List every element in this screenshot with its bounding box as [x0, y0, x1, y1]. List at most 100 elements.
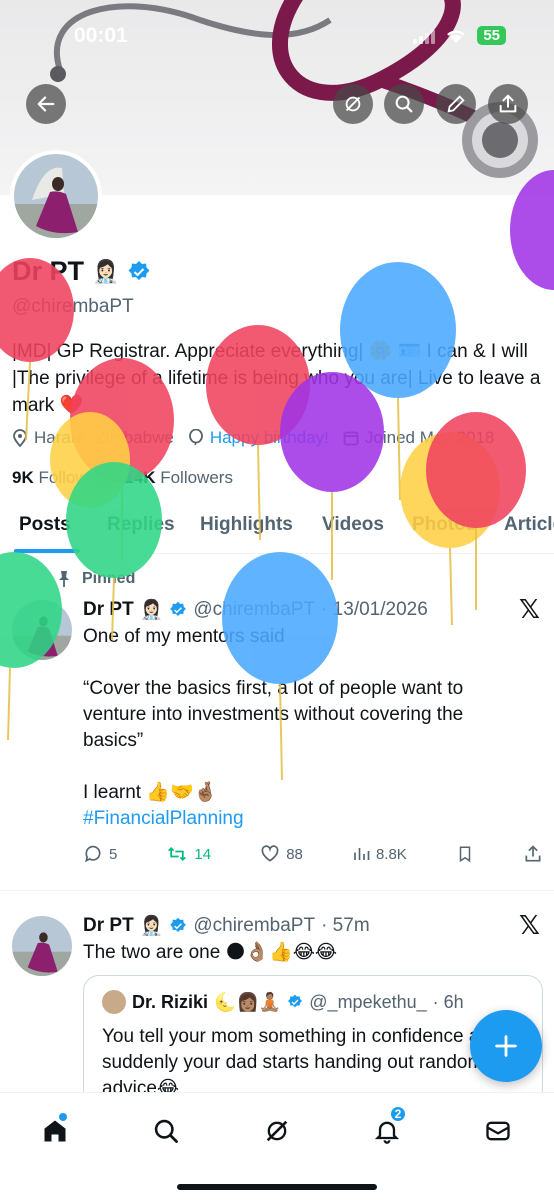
tweet-handle: @chirembaPT [193, 599, 316, 620]
repost-icon [168, 846, 187, 862]
battery-indicator: 55 [477, 26, 506, 45]
balloon-icon [188, 429, 203, 446]
joined-date: Joined May 2018 [343, 428, 494, 448]
back-button[interactable] [26, 84, 66, 124]
quote-author: Dr. Riziki [132, 991, 209, 1012]
x-logo-icon[interactable]: 𝕏 [519, 594, 540, 625]
tweet-avatar[interactable] [12, 916, 72, 976]
tweet-author[interactable]: Dr PT [83, 599, 134, 621]
tweet-time: · 57m [321, 915, 370, 936]
verified-badge-icon [288, 994, 303, 1008]
quote-avatar [102, 990, 126, 1014]
hashtag-link[interactable]: #FinancialPlanning [83, 806, 523, 832]
back-icon [37, 96, 55, 112]
notifications-badge: 2 [389, 1105, 407, 1123]
tweet-avatar[interactable] [12, 600, 72, 660]
followers-link[interactable]: 14K Followers [124, 468, 233, 488]
tab-replies[interactable]: Replies [107, 514, 175, 536]
tweet-text: The two are one 🌑👌🏽👍😂😂 [83, 942, 338, 963]
signal-icon [413, 28, 436, 44]
home-unread-dot [59, 1113, 67, 1121]
nav-grok[interactable] [257, 1111, 297, 1151]
quote-author-emoji: 🌜👩🏽🧘🏽 [214, 991, 282, 1012]
profile-name-emoji: 👩🏻‍⚕️ [92, 258, 120, 284]
balloon [50, 412, 130, 508]
status-time: 00:01 [74, 24, 128, 47]
views-button[interactable]: 8.8K [352, 844, 407, 864]
grok-nav-icon [266, 1120, 288, 1142]
location-icon [13, 429, 27, 447]
verified-badge-icon [128, 260, 150, 280]
share-tweet-button[interactable] [523, 844, 543, 864]
follow-stats: 9K Following 14K Followers [12, 468, 233, 488]
grok-button[interactable] [333, 84, 373, 124]
tweet-handle: @chirembaPT [193, 915, 316, 936]
avatar [14, 154, 98, 238]
location: Harare, Zimbabwe [12, 428, 174, 448]
profile-meta: Harare, Zimbabwe Happy birthday! Joined … [12, 428, 554, 448]
views-icon [354, 848, 370, 860]
share-icon [499, 94, 517, 113]
wifi-icon [447, 29, 466, 43]
search-button[interactable] [384, 84, 424, 124]
tweet-body: One of my mentors said “Cover the basics… [83, 624, 523, 832]
tweet-line: I learnt 👍🤝🤞🏽 [83, 782, 218, 803]
birthday[interactable]: Happy birthday! [188, 428, 329, 448]
profile-name-text: Dr PT [12, 256, 85, 286]
search-icon [395, 95, 413, 113]
nav-notifications[interactable]: 2 [367, 1105, 407, 1151]
tweet-line: One of my mentors said [83, 626, 285, 647]
tweet-author-emoji: 👩🏻‍⚕️ [139, 600, 164, 621]
tab-posts[interactable]: Posts [19, 514, 71, 536]
status-bar: 00:01 55 [0, 0, 554, 70]
status-icons: 55 [413, 26, 506, 45]
home-icon [44, 1120, 66, 1142]
tweet-header: Dr PT 👩🏻‍⚕️ @chirembaPT · 13/01/2026 [83, 598, 428, 622]
profile-bio: |MD| GP Registrar. Appreciate everything… [12, 341, 541, 416]
reply-icon [85, 845, 101, 863]
quote-text: You tell your mom something in confidenc… [102, 1026, 513, 1099]
tweet-actions: 5 14 88 8.8K [83, 844, 543, 864]
share-icon [525, 845, 541, 862]
verified-badge-icon [170, 917, 187, 932]
pinned-label: Pinned [56, 570, 135, 588]
following-link[interactable]: 9K Following [12, 468, 110, 488]
profile-handle: @chirembaPT [12, 296, 134, 317]
compose-post-button[interactable] [470, 1010, 542, 1082]
nav-messages[interactable] [478, 1111, 518, 1151]
reply-button[interactable]: 5 [83, 844, 117, 864]
bookmark-button[interactable] [456, 844, 474, 864]
nav-home[interactable] [35, 1111, 75, 1151]
like-button[interactable]: 88 [260, 844, 303, 864]
nav-explore[interactable] [146, 1111, 186, 1151]
repost-button[interactable]: 14 [166, 844, 211, 864]
explore-icon [154, 1119, 178, 1143]
share-button[interactable] [488, 84, 528, 124]
bookmark-icon [459, 846, 471, 863]
edit-button[interactable] [436, 84, 476, 124]
tweet-author-emoji: 👩🏻‍⚕️ [139, 916, 164, 937]
mail-icon [486, 1121, 510, 1141]
grok-icon [345, 96, 361, 112]
divider [0, 890, 554, 891]
tab-articles[interactable]: Articles [504, 514, 554, 536]
tweet-author[interactable]: Dr PT [83, 915, 134, 937]
tab-highlights[interactable]: Highlights [200, 514, 293, 536]
heart-icon [261, 845, 279, 862]
quote-time: · 6h [432, 991, 464, 1012]
x-logo-icon[interactable]: 𝕏 [519, 910, 540, 941]
profile-avatar[interactable] [10, 150, 102, 242]
tweet-time: · 13/01/2026 [321, 599, 428, 620]
edit-icon [447, 95, 465, 113]
pin-icon [59, 571, 69, 587]
profile-name: Dr PT 👩🏻‍⚕️ [12, 256, 151, 287]
profile-tabs: Posts Replies Highlights Videos Photos A… [0, 500, 554, 554]
quote-header: Dr. Riziki 🌜👩🏽🧘🏽 @_mpekethu_ · 6h [102, 990, 524, 1014]
tweet-header: Dr PT 👩🏻‍⚕️ @chirembaPT · 57m [83, 914, 370, 938]
plus-icon [495, 1035, 517, 1057]
home-indicator [177, 1184, 377, 1190]
verified-badge-icon [170, 601, 187, 616]
tab-videos[interactable]: Videos [322, 514, 384, 536]
active-tab-indicator [14, 549, 80, 553]
tab-photos[interactable]: Photos [412, 514, 476, 536]
